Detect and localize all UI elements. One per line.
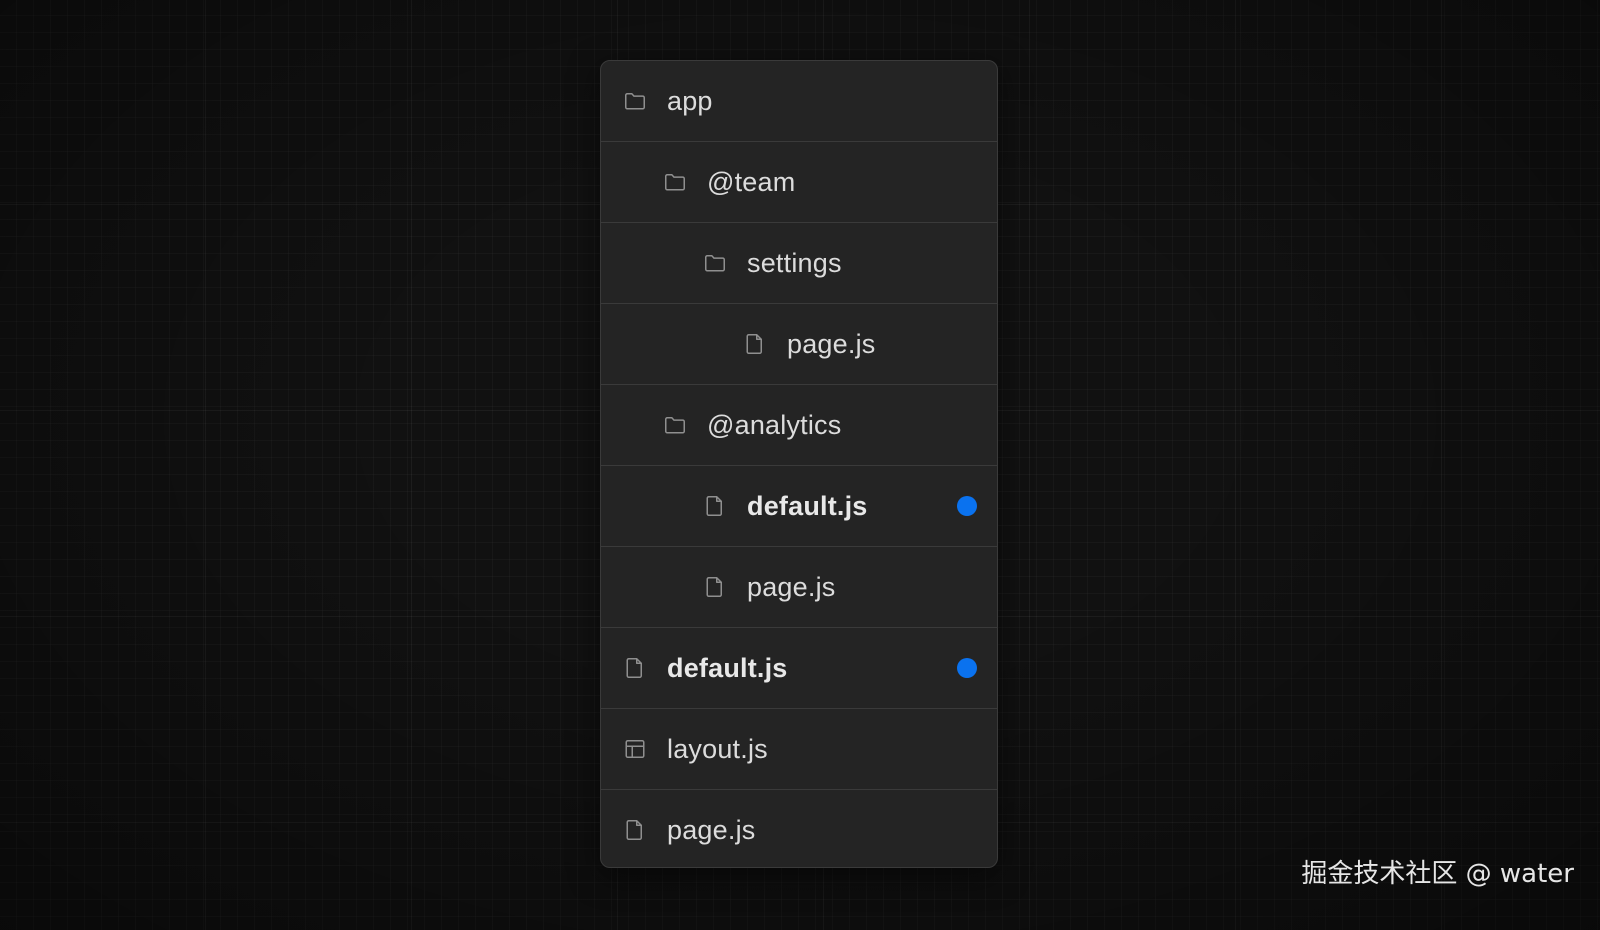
file-icon bbox=[623, 656, 647, 680]
layout-icon bbox=[623, 737, 647, 761]
tree-row-label: @team bbox=[707, 166, 796, 197]
tree-row-settings-page-file[interactable]: page.js bbox=[601, 304, 997, 385]
watermark-text: 掘金技术社区 @ water bbox=[1301, 859, 1574, 889]
tree-row-label: app bbox=[667, 85, 713, 116]
file-icon bbox=[743, 332, 767, 356]
file-icon bbox=[703, 494, 727, 518]
tree-row-layout-file[interactable]: layout.js bbox=[601, 709, 997, 790]
tree-row-analytics-default-file[interactable]: default.js bbox=[601, 466, 997, 547]
folder-icon bbox=[623, 89, 647, 113]
file-tree-panel: app @team settings page.js @analytics de… bbox=[600, 60, 998, 868]
tree-row-root-page-file[interactable]: page.js bbox=[601, 790, 997, 867]
folder-icon bbox=[703, 251, 727, 275]
tree-row-analytics-folder[interactable]: @analytics bbox=[601, 385, 997, 466]
file-icon bbox=[623, 818, 647, 842]
tree-row-label: default.js bbox=[747, 490, 868, 521]
tree-row-root-default-file[interactable]: default.js bbox=[601, 628, 997, 709]
tree-row-label: page.js bbox=[747, 571, 836, 602]
folder-icon bbox=[663, 170, 687, 194]
tree-row-label: layout.js bbox=[667, 733, 768, 764]
tree-row-label: settings bbox=[747, 247, 842, 278]
tree-row-settings-folder[interactable]: settings bbox=[601, 223, 997, 304]
tree-row-team-folder[interactable]: @team bbox=[601, 142, 997, 223]
tree-row-label: default.js bbox=[667, 652, 788, 683]
file-icon bbox=[703, 575, 727, 599]
tree-row-app-folder[interactable]: app bbox=[601, 61, 997, 142]
tree-row-label: page.js bbox=[667, 814, 756, 845]
tree-row-analytics-page-file[interactable]: page.js bbox=[601, 547, 997, 628]
tree-row-label: page.js bbox=[787, 328, 876, 359]
highlight-dot bbox=[957, 496, 977, 516]
highlight-dot bbox=[957, 658, 977, 678]
folder-icon bbox=[663, 413, 687, 437]
tree-row-label: @analytics bbox=[707, 409, 842, 440]
